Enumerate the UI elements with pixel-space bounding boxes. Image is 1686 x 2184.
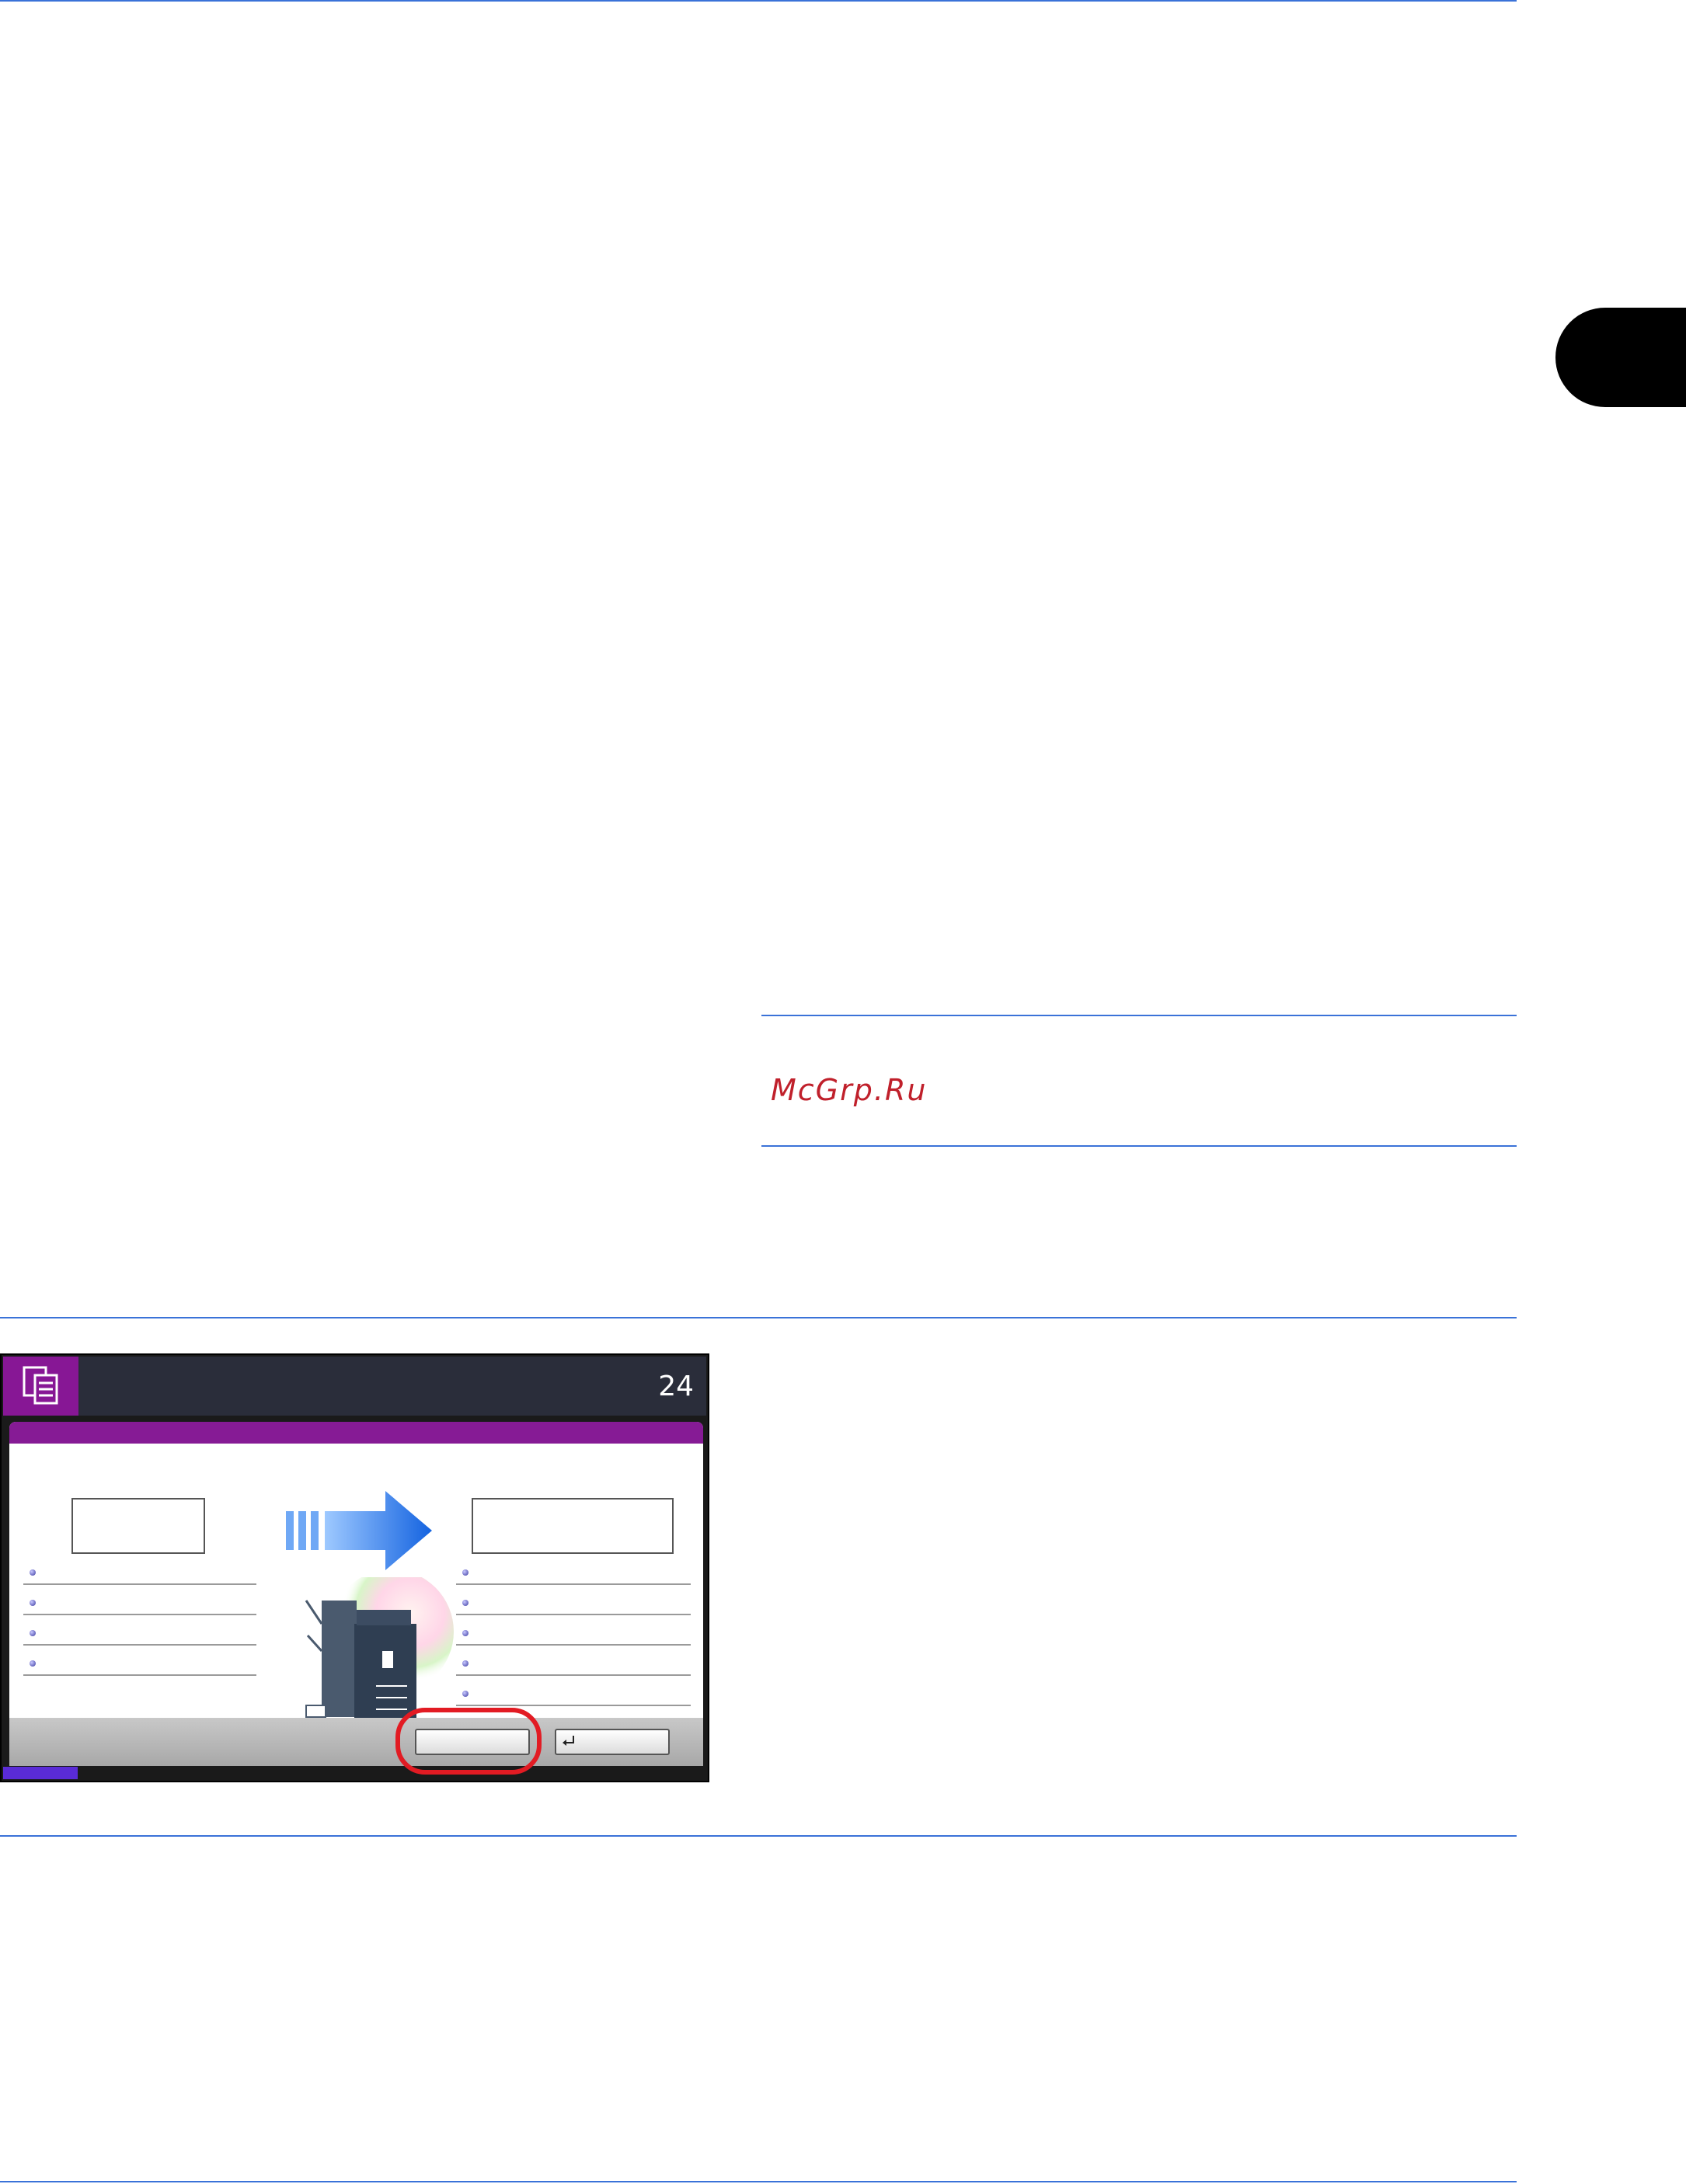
list-bullet	[30, 1630, 36, 1636]
right-field-box	[472, 1498, 674, 1554]
chapter-tab	[1555, 308, 1686, 407]
list-bullet	[462, 1630, 469, 1636]
copy-icon[interactable]	[3, 1357, 78, 1416]
page-count: 24	[658, 1371, 694, 1402]
list-divider	[23, 1674, 256, 1676]
status-indicator	[3, 1767, 78, 1779]
list-bullet	[462, 1660, 469, 1667]
top-rule	[0, 0, 1517, 2]
arrow-right-icon	[286, 1491, 432, 1570]
list-divider	[456, 1614, 691, 1615]
note-top-rule	[761, 1015, 1517, 1016]
operation-panel-screenshot: 24	[0, 1353, 709, 1782]
enter-icon	[563, 1736, 574, 1746]
dialog-footer	[9, 1718, 703, 1766]
panel-top-bar: 24	[3, 1357, 706, 1416]
list-bullet	[462, 1569, 469, 1576]
close-button[interactable]	[555, 1729, 670, 1755]
list-bullet	[30, 1600, 36, 1606]
list-divider	[456, 1705, 691, 1706]
footer-rule	[0, 2181, 1517, 2182]
dialog-title-bar	[9, 1422, 703, 1444]
list-divider	[456, 1583, 691, 1585]
list-divider	[456, 1644, 691, 1646]
list-divider	[23, 1644, 256, 1646]
list-bullet	[462, 1691, 469, 1697]
list-divider	[456, 1674, 691, 1676]
list-divider	[23, 1583, 256, 1585]
list-bullet	[30, 1569, 36, 1576]
list-divider	[23, 1614, 256, 1615]
section-bottom-rule	[0, 1835, 1517, 1837]
note-bottom-rule	[761, 1145, 1517, 1147]
dialog	[9, 1422, 703, 1766]
list-bullet	[462, 1600, 469, 1606]
left-field-box	[71, 1498, 205, 1554]
watermark: McGrp.Ru	[771, 1073, 928, 1107]
section-rule	[0, 1317, 1517, 1318]
list-bullet	[30, 1660, 36, 1667]
button-highlight-circle	[395, 1708, 542, 1775]
